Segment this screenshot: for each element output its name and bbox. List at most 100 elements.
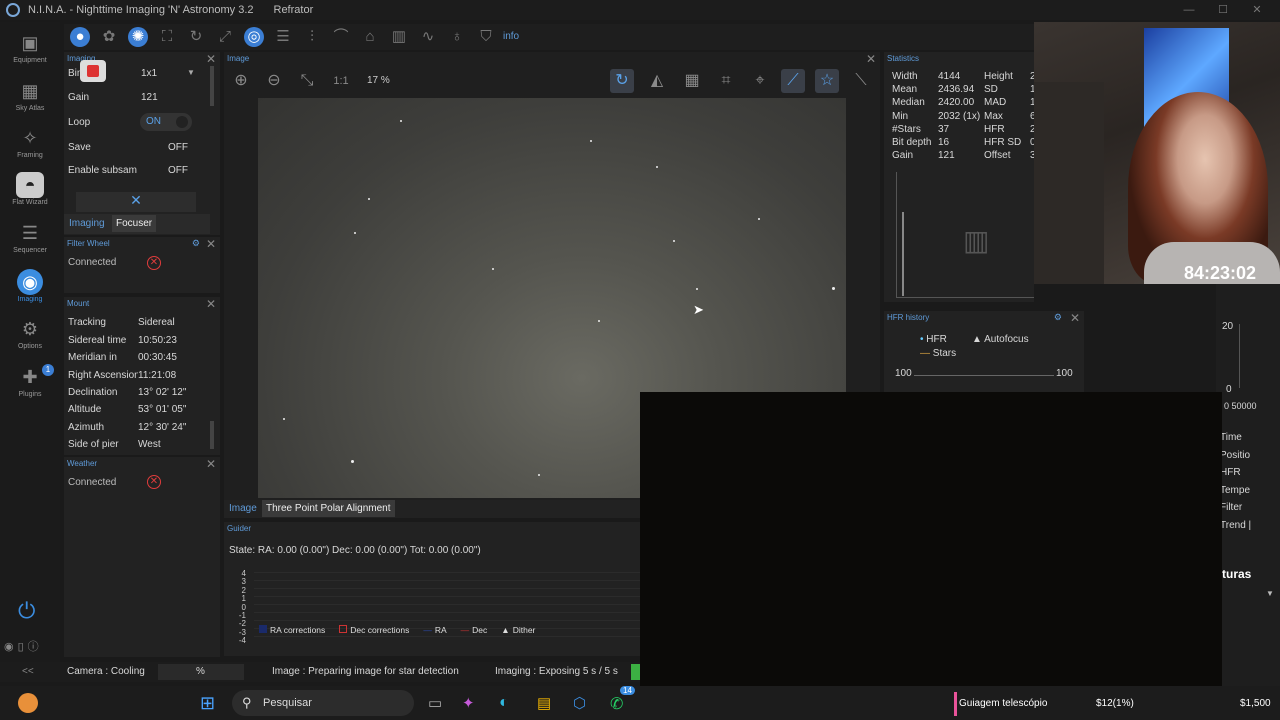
imaging-toolbar: ● ✿ ✺ ⛶ ↻ ⤢ ◎ ☰ ⫶ ⌒ ⌂ ▥ ∿ ♁ ⛉ info	[64, 24, 1034, 50]
panel-title: Weather	[67, 459, 98, 468]
arc-icon[interactable]: ⌒	[331, 27, 351, 47]
zoom-level: 17 %	[367, 75, 390, 86]
histogram-icon[interactable]: ▥	[389, 27, 409, 47]
legend-label: Autofocus	[984, 334, 1029, 345]
graph-icon[interactable]: ∿	[418, 27, 438, 47]
wand-icon[interactable]: ⟍	[849, 69, 873, 93]
legend-label: Stars	[932, 348, 957, 359]
copilot-icon[interactable]: ✦	[462, 694, 475, 712]
mount-label: Right Ascension	[68, 370, 138, 381]
chevron-down-icon[interactable]: ▼	[1266, 589, 1274, 598]
grid-icon[interactable]: ▦	[680, 69, 704, 93]
sliders-icon[interactable]: ⫶	[302, 27, 322, 47]
imaging-panel: Imaging ✕ Bin 1x1 ▼ Gain 121 Loop ON Sav…	[64, 52, 220, 235]
dome-icon[interactable]: ⌂	[360, 27, 380, 47]
star	[590, 140, 592, 142]
mount-label: Declination	[68, 387, 118, 398]
search-box[interactable]: ⚲ Pesquisar	[232, 690, 414, 716]
plugins-badge: 1	[42, 364, 54, 376]
filter-wheel-icon[interactable]: ✿	[99, 27, 119, 47]
stretch-icon[interactable]: ⟋	[781, 69, 805, 93]
legend-label: Dither	[512, 625, 536, 635]
one-to-one-button[interactable]: 1:1	[329, 69, 353, 93]
tab-imaging[interactable]: Imaging	[69, 218, 105, 229]
whatsapp-icon[interactable]: ✆	[610, 694, 623, 714]
shield-icon[interactable]: ⛉	[476, 27, 496, 47]
star	[598, 320, 600, 322]
stat-label: #Stars	[892, 123, 921, 135]
mount-value: 13° 02' 12"	[138, 387, 187, 398]
panel-title: Mount	[67, 299, 90, 308]
minimize-icon[interactable]: —	[1172, 0, 1206, 20]
stat-value: 16	[938, 137, 950, 149]
frame-icon[interactable]: ⛶	[157, 27, 177, 47]
focuser-icon[interactable]: ✺	[128, 27, 148, 47]
bulb-icon[interactable]: ♁	[447, 27, 467, 47]
tab-focuser[interactable]: Focuser	[112, 215, 157, 232]
nav-imaging[interactable]: ◉ Imaging	[0, 269, 60, 317]
status-bar: << Camera : Cooling % Image : Preparing …	[0, 662, 640, 682]
crosshair-grid-icon[interactable]: ⌗	[714, 69, 738, 93]
edge-icon[interactable]: ◐	[499, 694, 509, 712]
zoom-in-icon[interactable]: ⊕	[229, 69, 253, 93]
guider-icon[interactable]: ◎	[244, 27, 264, 47]
file-explorer-icon[interactable]: ▤	[537, 694, 551, 712]
title-bar: N.I.N.A. - Nighttime Imaging 'N' Astrono…	[0, 0, 1280, 20]
scrollbar[interactable]	[210, 66, 214, 106]
tab-image[interactable]: Image	[229, 503, 257, 514]
close-icon[interactable]: ✕	[1070, 311, 1080, 325]
rotator-icon[interactable]: ↻	[186, 27, 206, 47]
close-icon[interactable]: ✕	[866, 52, 876, 66]
star	[673, 240, 675, 242]
tab-tppa[interactable]: Three Point Polar Alignment	[262, 500, 395, 517]
nav-flat-wizard[interactable]: ◓ Flat Wizard	[0, 172, 60, 220]
maximize-icon[interactable]: ☐	[1206, 0, 1240, 20]
star	[354, 232, 356, 234]
subsam-toggle[interactable]: OFF	[168, 165, 188, 176]
target-icon[interactable]: ⌖	[748, 69, 772, 93]
histogram-peak	[902, 212, 904, 296]
power-icon[interactable]: ⏻	[18, 598, 35, 624]
collapse-button[interactable]: <<	[22, 666, 34, 677]
telescope-icon[interactable]: ⤢	[215, 27, 235, 47]
nav-framing[interactable]: ✧ Framing	[0, 125, 60, 173]
sequence-list-icon[interactable]: ☰	[273, 27, 293, 47]
nav-options[interactable]: ⚙ Options	[0, 316, 60, 364]
close-window-icon[interactable]: ✕	[1240, 0, 1274, 20]
scrollbar[interactable]	[210, 421, 214, 449]
nav-plugins[interactable]: ✚ Plugins 1	[0, 364, 60, 412]
close-icon[interactable]: ✕	[206, 52, 216, 66]
chart-tick-20: 20	[1222, 321, 1234, 332]
legend-stars: — Stars	[920, 348, 957, 359]
webcam-overlay	[1034, 22, 1280, 284]
store-icon[interactable]: ⬡	[573, 694, 586, 712]
fit-icon[interactable]: ⤡	[295, 69, 319, 93]
close-icon[interactable]: ✕	[206, 457, 216, 471]
close-icon[interactable]: ✕	[206, 237, 216, 251]
gain-input[interactable]: 121	[141, 92, 158, 103]
zoom-out-icon[interactable]: ⊖	[262, 69, 286, 93]
star-detect-icon[interactable]: ☆	[815, 69, 839, 93]
close-icon[interactable]: ✕	[206, 297, 216, 311]
gain-label: Gain	[68, 92, 90, 103]
subsam-label: Enable subsam	[68, 165, 137, 176]
flip-icon[interactable]: ◭	[645, 69, 669, 93]
app-icon[interactable]	[18, 693, 38, 713]
chevron-down-icon[interactable]: ▼	[187, 68, 195, 77]
windows-start-icon[interactable]: ⊞	[200, 694, 215, 712]
refresh-icon[interactable]: ↻	[610, 69, 634, 93]
camera-toggle-icon[interactable]: ●	[70, 27, 90, 47]
bin-select[interactable]: 1x1	[141, 68, 157, 79]
nav-equipment[interactable]: ▣ Equipment	[0, 30, 60, 78]
close-x-icon[interactable]: ✕	[76, 192, 196, 212]
nav-sequencer[interactable]: ☰ Sequencer	[0, 220, 60, 268]
loop-toggle[interactable]: ON	[140, 113, 192, 131]
settings-icon[interactable]: ⚙	[192, 238, 200, 249]
stat-label: Height	[984, 71, 1013, 82]
task-view-icon[interactable]: ▭	[428, 694, 442, 712]
bottom-icons[interactable]: ◉▯ⓘ	[4, 638, 43, 654]
save-toggle[interactable]: OFF	[168, 142, 188, 153]
settings-icon[interactable]: ⚙	[1054, 312, 1062, 323]
info-tab[interactable]: info	[503, 31, 519, 42]
nav-sky-atlas[interactable]: ▦ Sky Atlas	[0, 78, 60, 126]
